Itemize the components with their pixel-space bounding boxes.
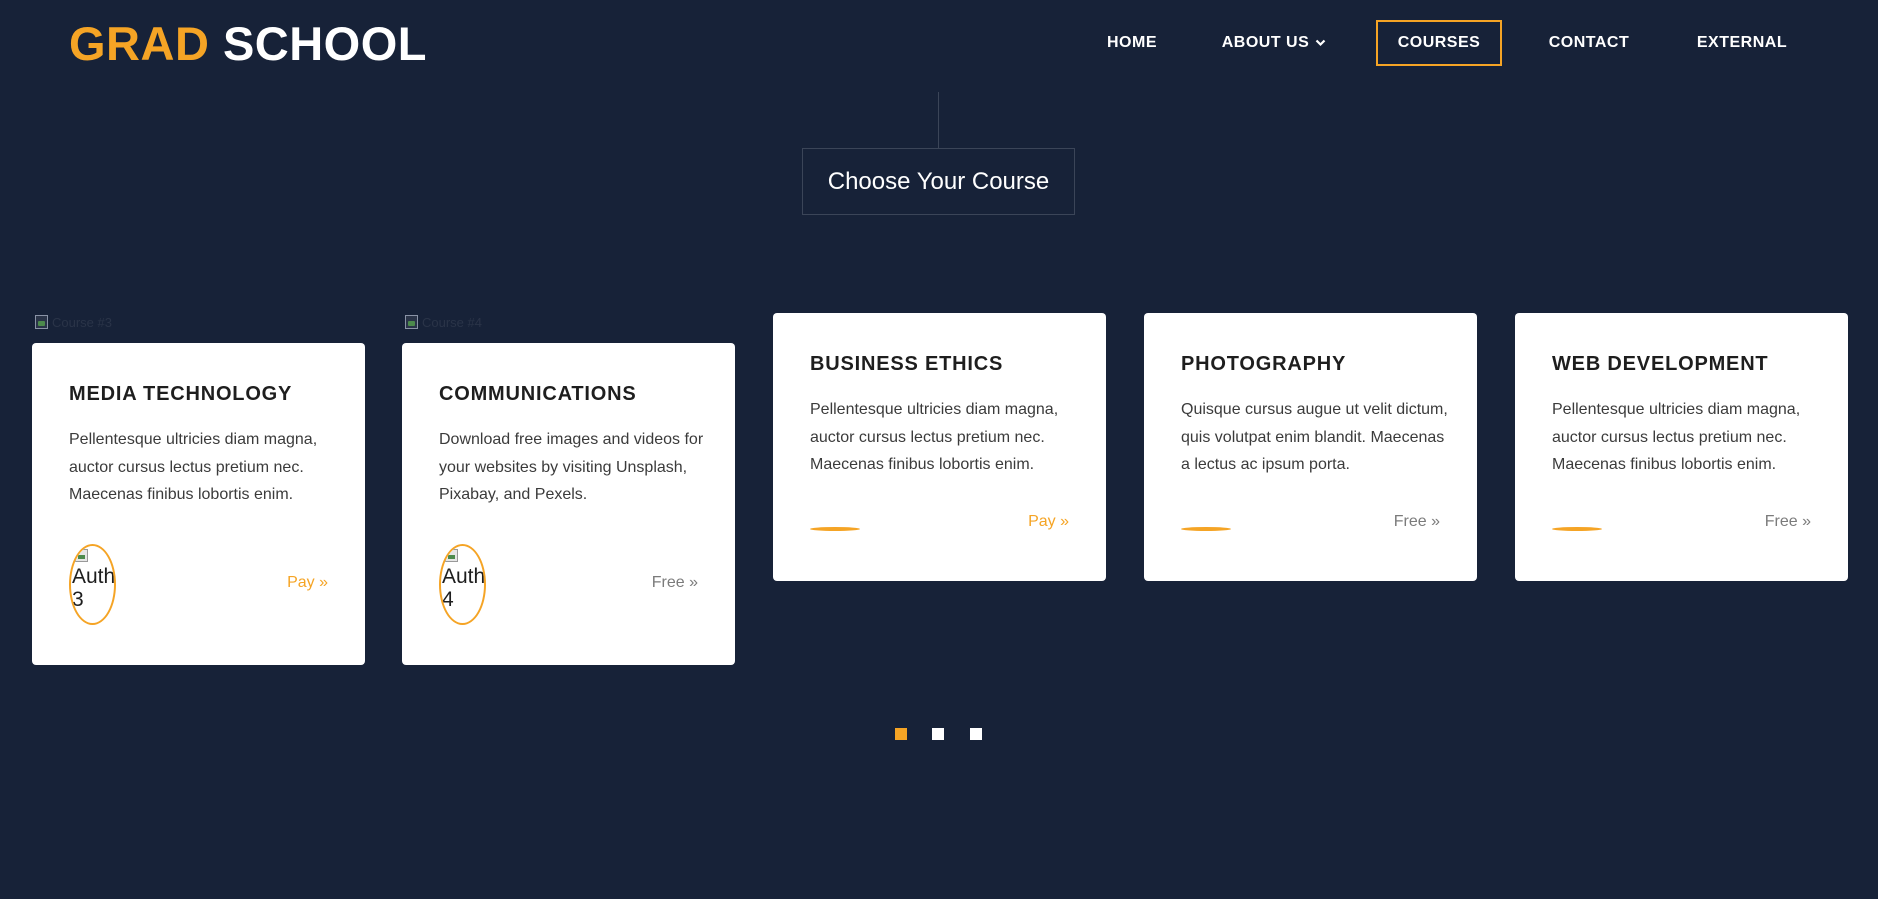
- main-nav: HOME ABOUT US COURSES CONTACT EXTERNAL: [0, 20, 1878, 66]
- carousel-dot-3[interactable]: [970, 728, 982, 740]
- broken-image-icon: [75, 549, 88, 562]
- price-link[interactable]: Pay »: [287, 574, 328, 592]
- price-link[interactable]: Free »: [652, 574, 698, 592]
- section-connector-line: [938, 92, 939, 148]
- price-link[interactable]: Free »: [1394, 513, 1440, 531]
- course-title: COMMUNICATIONS: [439, 383, 637, 405]
- double-chevron-right-icon: »: [1802, 513, 1811, 530]
- course-footer: Author 4 Free »: [439, 543, 698, 627]
- course-image-alt: Course #3: [52, 315, 112, 330]
- course-image-alt: Course #4: [422, 315, 482, 330]
- nav-external[interactable]: EXTERNAL: [1687, 20, 1797, 66]
- course-card-web-development[interactable]: WEB DEVELOPMENT Pellentesque ultricies d…: [1515, 313, 1848, 581]
- course-description: Pellentesque ultricies diam magna, aucto…: [1552, 401, 1801, 473]
- author-avatar: [1181, 527, 1231, 531]
- course-description: Download free images and videos for your…: [439, 431, 704, 503]
- course-title: WEB DEVELOPMENT: [1552, 353, 1769, 375]
- course-footer: Free »: [1181, 513, 1440, 543]
- author-avatar: [810, 527, 860, 531]
- price-label: Free: [1764, 513, 1798, 530]
- nav-about-us[interactable]: ABOUT US: [1216, 20, 1332, 66]
- double-chevron-right-icon: »: [1060, 513, 1069, 530]
- nav-courses[interactable]: COURSES: [1376, 20, 1502, 66]
- course-title: BUSINESS ETHICS: [810, 353, 1004, 375]
- double-chevron-right-icon: »: [1431, 513, 1440, 530]
- double-chevron-right-icon: »: [689, 574, 698, 591]
- nav-external-label: EXTERNAL: [1696, 34, 1788, 51]
- author-alt-text: Author 3: [72, 565, 116, 611]
- chevron-down-icon: [1315, 20, 1326, 66]
- author-avatar: [1552, 527, 1602, 531]
- price-label: Pay: [287, 574, 315, 591]
- course-card-business-ethics[interactable]: BUSINESS ETHICS Pellentesque ultricies d…: [773, 313, 1106, 581]
- nav-courses-label: COURSES: [1397, 34, 1481, 51]
- price-link[interactable]: Free »: [1765, 513, 1811, 531]
- nav-contact[interactable]: CONTACT: [1540, 20, 1638, 66]
- course-image-broken: Course #4: [402, 313, 515, 333]
- section-title: Choose Your Course: [802, 148, 1075, 215]
- course-footer: Author 3 Pay »: [69, 543, 328, 627]
- course-title: MEDIA TECHNOLOGY: [69, 383, 293, 405]
- author-avatar: Author 3: [69, 544, 116, 625]
- broken-image-icon: [405, 315, 418, 329]
- nav-about-label: ABOUT US: [1221, 34, 1310, 52]
- double-chevron-right-icon: »: [319, 574, 328, 591]
- course-footer: Free »: [1552, 513, 1811, 543]
- author-alt-text: Author 4: [442, 565, 486, 611]
- course-card-communications[interactable]: COMMUNICATIONS Download free images and …: [402, 343, 735, 665]
- author-avatar: Author 4: [439, 544, 486, 625]
- course-image-broken: Course #3: [32, 313, 145, 333]
- broken-image-icon: [35, 315, 48, 329]
- course-description: Quisque cursus augue ut velit dictum, qu…: [1181, 401, 1448, 473]
- course-card-photography[interactable]: PHOTOGRAPHY Quisque cursus augue ut veli…: [1144, 313, 1477, 581]
- course-card-media-technology[interactable]: MEDIA TECHNOLOGY Pellentesque ultricies …: [32, 343, 365, 665]
- price-label: Free: [1393, 513, 1427, 530]
- price-label: Pay: [1028, 513, 1056, 530]
- nav-contact-label: CONTACT: [1548, 34, 1630, 51]
- course-description: Pellentesque ultricies diam magna, aucto…: [69, 431, 318, 503]
- price-link[interactable]: Pay »: [1028, 513, 1069, 531]
- nav-home[interactable]: HOME: [1095, 20, 1169, 66]
- course-title: PHOTOGRAPHY: [1181, 353, 1347, 375]
- carousel-dot-2[interactable]: [932, 728, 944, 740]
- course-description: Pellentesque ultricies diam magna, aucto…: [810, 401, 1059, 473]
- price-label: Free: [651, 574, 685, 591]
- course-footer: Pay »: [810, 513, 1069, 543]
- nav-home-label: HOME: [1107, 34, 1157, 51]
- carousel-dot-1[interactable]: [895, 728, 907, 740]
- broken-image-icon: [445, 549, 458, 562]
